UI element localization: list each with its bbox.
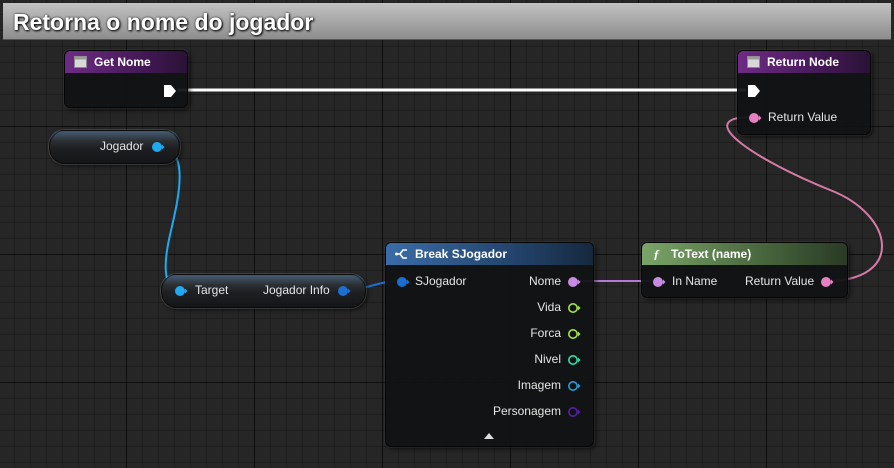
- break-struct-icon: [395, 249, 407, 259]
- vida-label: Vida: [537, 300, 561, 314]
- sjogador-in-pin[interactable]: [396, 276, 410, 288]
- return-node-icon: [747, 56, 760, 68]
- return-value-label: Return Value: [768, 110, 838, 124]
- break-sjogador-node[interactable]: Break SJogador SJogador Nome Vida Forca …: [385, 242, 594, 447]
- imagem-label: Imagem: [517, 378, 561, 392]
- exec-out-pin[interactable]: [163, 84, 177, 98]
- exec-in-pin[interactable]: [747, 84, 761, 98]
- get-nome-node[interactable]: Get Nome: [64, 50, 188, 108]
- jogador-info-label: Jogador Info: [263, 283, 330, 297]
- sjogador-label: SJogador: [415, 274, 467, 288]
- nivel-out-pin[interactable]: [567, 354, 581, 366]
- jogador-info-out-pin[interactable]: [337, 285, 351, 297]
- return-node-title: Return Node: [767, 55, 839, 69]
- personagem-label: Personagem: [492, 404, 561, 418]
- break-sjogador-header: Break SJogador: [386, 243, 593, 265]
- collapse-arrow-icon[interactable]: [483, 432, 495, 440]
- personagem-out-pin[interactable]: [567, 406, 581, 418]
- svg-text:f: f: [654, 248, 660, 260]
- vida-out-pin[interactable]: [567, 302, 581, 314]
- return-node-header: Return Node: [738, 51, 870, 73]
- totext-header: f ToText (name): [642, 243, 847, 265]
- f-function-icon: f: [654, 248, 660, 260]
- function-entry-icon: [74, 56, 87, 68]
- get-nome-header: Get Nome: [65, 51, 187, 73]
- forca-label: Forca: [530, 326, 561, 340]
- jogador-variable-node[interactable]: Jogador: [49, 130, 180, 164]
- get-nome-title: Get Nome: [94, 55, 151, 69]
- return-value-in-pin[interactable]: [748, 112, 762, 124]
- nivel-label: Nivel: [534, 352, 561, 366]
- totext-return-value-label: Return Value: [745, 274, 815, 288]
- object-wire[interactable]: [156, 145, 181, 291]
- imagem-out-pin[interactable]: [567, 380, 581, 392]
- nome-out-pin[interactable]: [567, 276, 581, 288]
- break-sjogador-title: Break SJogador: [415, 247, 508, 261]
- totext-title: ToText (name): [671, 247, 752, 261]
- in-name-in-pin[interactable]: [652, 276, 666, 288]
- forca-out-pin[interactable]: [567, 328, 581, 340]
- jogador-label: Jogador: [100, 139, 144, 153]
- jogador-out-pin[interactable]: [151, 141, 165, 153]
- target-label: Target: [195, 283, 229, 297]
- target-in-pin[interactable]: [174, 285, 188, 297]
- totext-return-value-out-pin[interactable]: [820, 276, 834, 288]
- return-node[interactable]: Return Node Return Value: [737, 50, 871, 135]
- totext-name-node[interactable]: f ToText (name) In Name Return Value: [641, 242, 848, 298]
- in-name-label: In Name: [672, 274, 718, 288]
- get-jogador-info-node[interactable]: Target Jogador Info: [161, 274, 366, 308]
- nome-label: Nome: [528, 274, 561, 288]
